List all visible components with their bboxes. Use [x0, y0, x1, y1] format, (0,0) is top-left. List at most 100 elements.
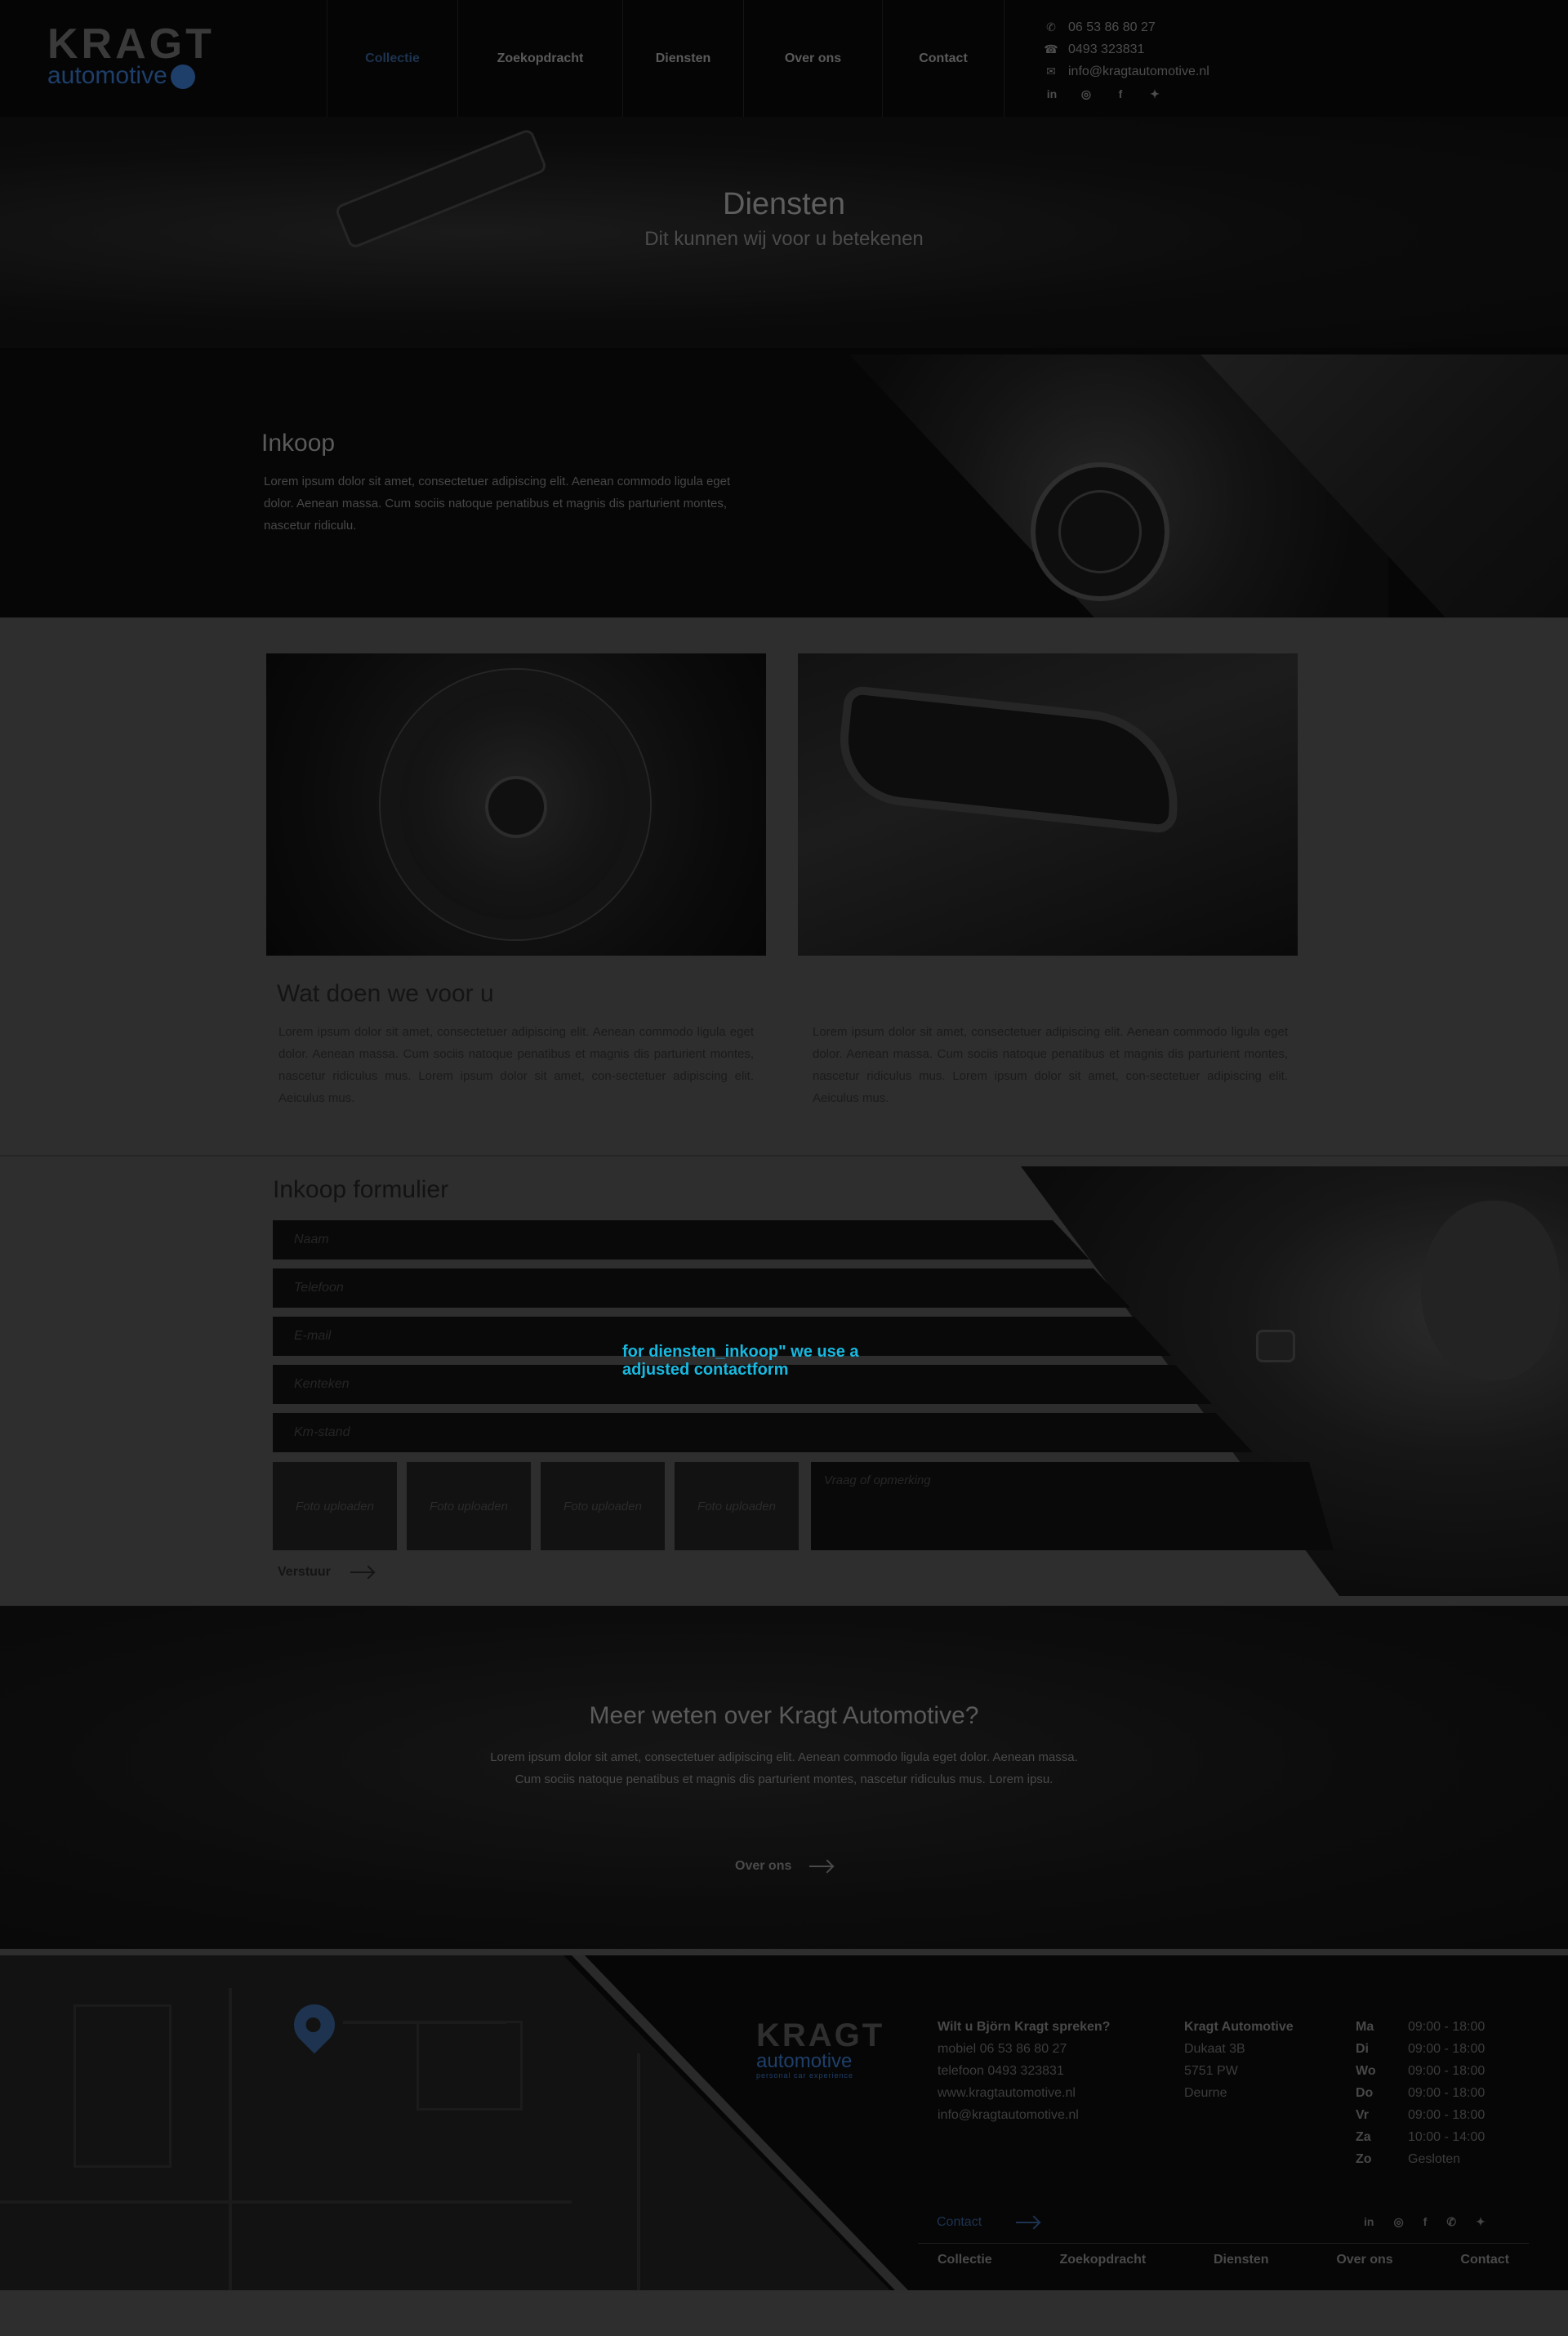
- footer-email[interactable]: info@kragtautomotive.nl: [938, 2104, 1110, 2126]
- map-road: [416, 2021, 523, 2111]
- photo-upload-1[interactable]: Foto uploaden: [273, 1462, 397, 1550]
- hours-row: Za 10:00 - 14:00: [1356, 2126, 1485, 2148]
- footer-nav-zoekopdracht[interactable]: Zoekopdracht: [1059, 2253, 1146, 2267]
- main-nav: Collectie Zoekopdracht Diensten Over ons…: [327, 0, 1004, 117]
- header-phone[interactable]: ☎ 0493 323831: [1044, 38, 1209, 60]
- footer-address-heading: Kragt Automotive: [1184, 2020, 1294, 2034]
- nav-item-over-ons[interactable]: Over ons: [743, 0, 882, 117]
- over-ons-button-label: Over ons: [735, 1859, 792, 1873]
- footer-mobile[interactable]: mobiel 06 53 86 80 27: [938, 2038, 1110, 2060]
- instagram-icon[interactable]: ◎: [1078, 87, 1094, 101]
- meer-weten-title: Meer weten over Kragt Automotive?: [589, 1702, 979, 1729]
- photo-upload-3[interactable]: Foto uploaden: [541, 1462, 665, 1550]
- photo-upload-2[interactable]: Foto uploaden: [407, 1462, 531, 1550]
- header-whatsapp[interactable]: ✆ 06 53 86 80 27: [1044, 16, 1209, 38]
- hours-day: Do: [1356, 2086, 1374, 2100]
- over-ons-button[interactable]: Over ons: [735, 1859, 833, 1874]
- page-subtitle: Dit kunnen wij voor u betekenen: [644, 228, 924, 250]
- map-pin-icon: [285, 1995, 344, 2054]
- hours-time: Gesloten: [1408, 2152, 1461, 2166]
- footer-contact-button[interactable]: Contact: [937, 2215, 1040, 2230]
- linkedin-icon[interactable]: in: [1364, 2215, 1374, 2229]
- whatsapp-icon[interactable]: ✆: [1446, 2215, 1456, 2229]
- phone-icon: ☎: [1044, 42, 1058, 56]
- map-road: [229, 1988, 232, 2290]
- submit-button[interactable]: Verstuur: [278, 1565, 373, 1580]
- hours-time: 09:00 - 18:00: [1408, 2042, 1486, 2056]
- person-face-graphic: [1421, 1201, 1560, 1380]
- wheel-logo-graphic: [485, 776, 547, 838]
- header-email[interactable]: ✉ info@kragtautomotive.nl: [1044, 60, 1209, 82]
- footer-nav-divider: [918, 2243, 1529, 2244]
- nav-item-diensten[interactable]: Diensten: [622, 0, 743, 117]
- footer-logo[interactable]: KRAGT automotive personal car experience: [756, 2019, 884, 2080]
- twitter-icon[interactable]: ✦: [1476, 2215, 1486, 2229]
- facebook-icon[interactable]: f: [1112, 87, 1129, 101]
- nav-item-contact[interactable]: Contact: [882, 0, 1004, 117]
- footer-city: Deurne: [1184, 2086, 1227, 2100]
- header-email-address: info@kragtautomotive.nl: [1068, 64, 1209, 78]
- footer-contact-heading: Wilt u Björn Kragt spreken?: [938, 2020, 1111, 2034]
- arrow-right-icon: [1016, 2222, 1040, 2223]
- hero-banner: Diensten Dit kunnen wij voor u betekenen: [0, 117, 1568, 348]
- location-map[interactable]: [0, 1955, 890, 2290]
- footer-nav-contact[interactable]: Contact: [1460, 2253, 1509, 2267]
- instagram-icon[interactable]: ◎: [1393, 2215, 1403, 2229]
- header-social: in ◎ f ✦: [1044, 87, 1209, 101]
- inkoop-text: Lorem ipsum dolor sit amet, consectetuer…: [264, 475, 731, 533]
- page-title: Diensten: [723, 187, 845, 221]
- page: KRAGT automotive Collectie Zoekopdracht …: [0, 0, 1568, 2336]
- footer-address: Kragt Automotive Dukaat 3B 5751 PW Deurn…: [1184, 2016, 1294, 2104]
- watch-graphic: [1256, 1330, 1295, 1362]
- footer-nav-diensten[interactable]: Diensten: [1214, 2253, 1269, 2267]
- nav-item-collectie[interactable]: Collectie: [327, 0, 457, 117]
- meer-weten-text: Lorem ipsum dolor sit amet, consectetuer…: [490, 1750, 1078, 1786]
- map-road: [74, 2004, 172, 2168]
- form-title: Inkoop formulier: [273, 1176, 449, 1203]
- hours-row: Wo 09:00 - 18:00: [1356, 2060, 1485, 2082]
- hours-day: Vr: [1356, 2108, 1370, 2122]
- footer-nav-over-ons[interactable]: Over ons: [1336, 2253, 1392, 2267]
- services-title: Wat doen we voor u: [277, 980, 494, 1007]
- twitter-icon[interactable]: ✦: [1147, 87, 1163, 101]
- photo-upload-4[interactable]: Foto uploaden: [675, 1462, 799, 1550]
- footer-logo-wordmark: KRAGT: [756, 2017, 885, 2053]
- footer-street: Dukaat 3B: [1184, 2042, 1245, 2056]
- footer-logo-subtitle: automotive: [756, 2050, 853, 2072]
- naam-field[interactable]: Naam: [273, 1220, 1089, 1259]
- linkedin-icon[interactable]: in: [1044, 87, 1060, 101]
- map-road: [0, 2200, 572, 2204]
- footer-phone[interactable]: telefoon 0493 323831: [938, 2060, 1110, 2082]
- alfa-romeo-logo-image: [1031, 462, 1169, 601]
- site-header: KRAGT automotive Collectie Zoekopdracht …: [0, 0, 1568, 117]
- site-footer: KRAGT automotive personal car experience…: [0, 1955, 1568, 2290]
- hours-day: Zo: [1356, 2152, 1372, 2166]
- logo-wordmark: KRAGT: [47, 20, 215, 68]
- logo[interactable]: KRAGT automotive: [47, 20, 215, 91]
- footer-logo-tagline: personal car experience: [756, 2071, 854, 2080]
- telefoon-field[interactable]: Telefoon: [273, 1268, 1130, 1308]
- mail-icon: ✉: [1046, 65, 1056, 78]
- footer-nav-collectie[interactable]: Collectie: [938, 2253, 992, 2267]
- design-annotation: for diensten_inkoop" we use a adjusted c…: [622, 1343, 859, 1379]
- logo-subtitle: automotive: [47, 64, 203, 90]
- page-bottom-bar: [0, 2290, 1568, 2336]
- footer-social: in ◎ f ✆ ✦: [1364, 2215, 1486, 2229]
- logo-grille-icon: [170, 65, 195, 90]
- map-road: [637, 2053, 640, 2290]
- facebook-icon[interactable]: f: [1423, 2215, 1428, 2229]
- footer-divider: [0, 1949, 1568, 1955]
- footer-nav: Collectie Zoekopdracht Diensten Over ons…: [938, 2253, 1509, 2267]
- footer-website[interactable]: www.kragtautomotive.nl: [938, 2082, 1110, 2104]
- footer-contact-info: Wilt u Björn Kragt spreken? mobiel 06 53…: [938, 2016, 1110, 2126]
- whatsapp-icon: ✆: [1046, 20, 1056, 33]
- taillight-photo: [798, 653, 1298, 956]
- km-stand-field[interactable]: Km-stand: [273, 1413, 1253, 1452]
- map-pin-dot: [302, 2014, 324, 2035]
- hours-day: Ma: [1356, 2020, 1374, 2034]
- vraag-textarea[interactable]: Vraag of opmerking: [811, 1462, 1334, 1550]
- hours-row: Zo Gesloten: [1356, 2148, 1485, 2170]
- hours-day: Di: [1356, 2042, 1369, 2056]
- nav-item-zoekopdracht[interactable]: Zoekopdracht: [457, 0, 622, 117]
- hours-row: Vr 09:00 - 18:00: [1356, 2104, 1485, 2126]
